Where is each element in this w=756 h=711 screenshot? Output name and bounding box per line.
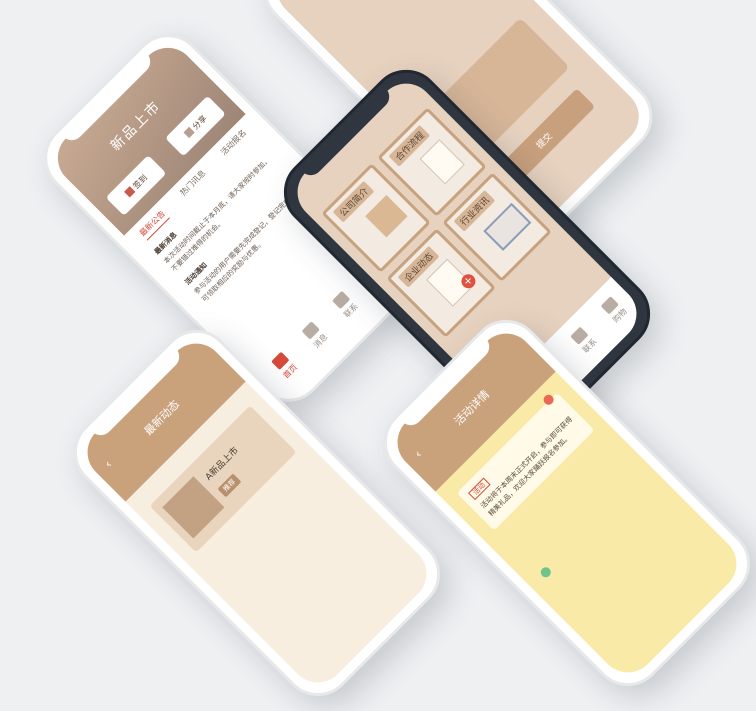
phone-top-button-label: 提交 <box>534 131 555 151</box>
product-thumbnail <box>162 476 225 539</box>
tab-contact[interactable]: 联系 <box>570 326 600 356</box>
tab-contact[interactable]: 联系 <box>331 290 361 320</box>
monitor-icon <box>483 202 532 251</box>
share-button[interactable]: 分享 <box>165 95 226 157</box>
tab-message[interactable]: 消息 <box>300 321 330 351</box>
tab-home[interactable]: 首页 <box>270 351 300 381</box>
green-pin-icon <box>538 565 553 580</box>
phone-detail: ‹ 活动详情 活动 活动将于本周末正式开启，参与即可获得精美礼品，欢迎大家踊跃报… <box>369 305 756 701</box>
tab-cart[interactable]: 购物 <box>600 296 630 326</box>
building-icon <box>365 195 408 238</box>
calendar-icon <box>123 186 136 198</box>
document-icon <box>419 139 465 185</box>
list-item-tag: 推荐 <box>217 473 242 498</box>
checkin-label: 签到 <box>131 172 149 191</box>
share-icon <box>183 127 195 139</box>
checkin-button[interactable]: 签到 <box>105 155 167 216</box>
share-label: 分享 <box>190 113 209 132</box>
